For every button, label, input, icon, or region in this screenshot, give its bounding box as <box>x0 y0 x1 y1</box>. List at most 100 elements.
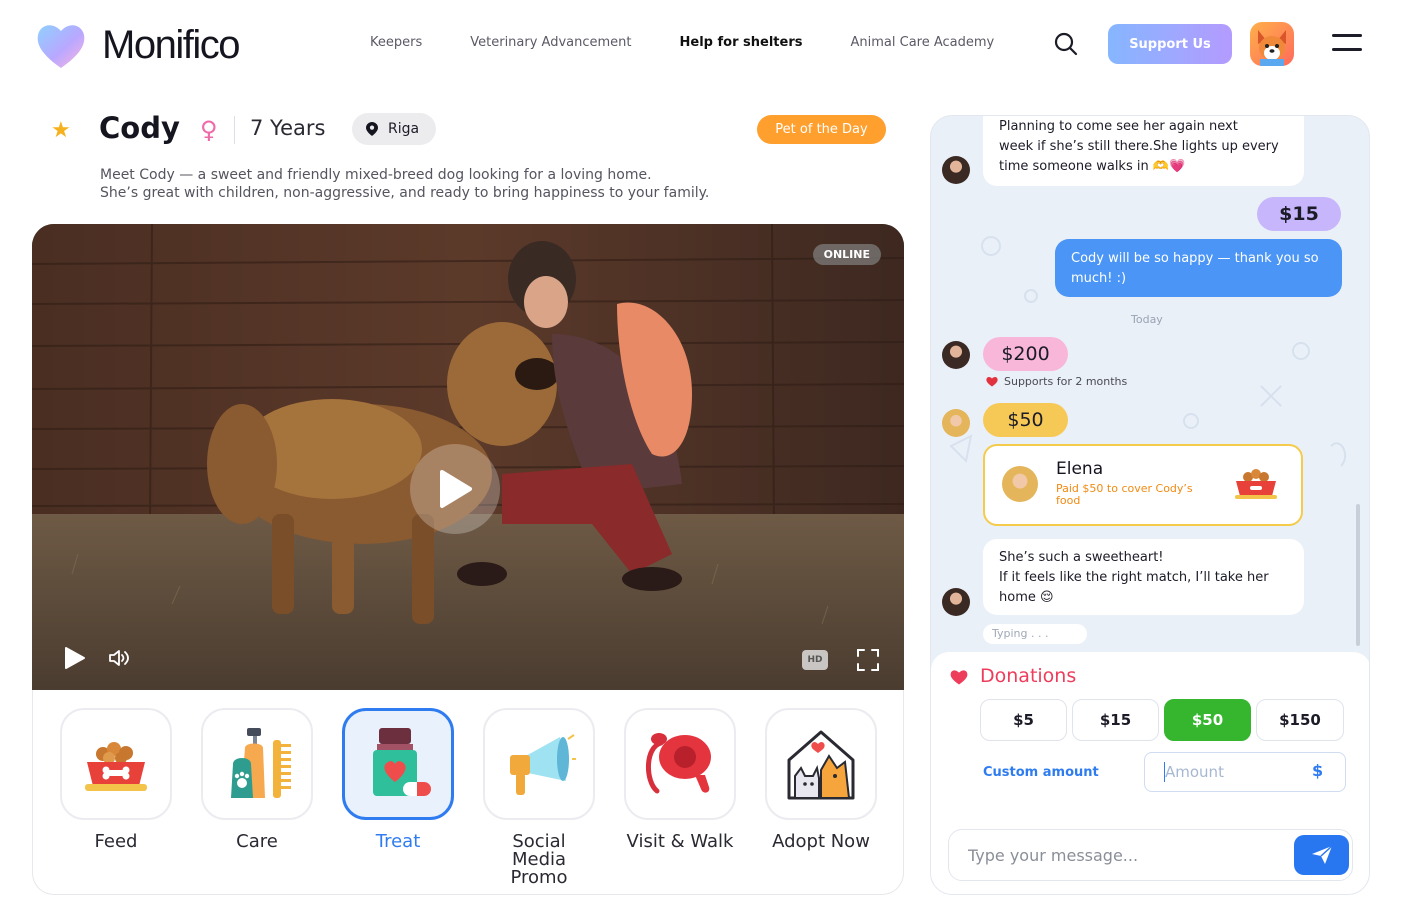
action-tile[interactable] <box>342 708 454 820</box>
custom-amount-label: Custom amount <box>983 765 1099 780</box>
action-label: Treat <box>375 831 421 852</box>
user-avatar-small <box>942 156 970 184</box>
description-line: Meet Cody — a sweet and friendly mixed-b… <box>100 167 652 183</box>
action-label: Adopt Now <box>772 831 870 852</box>
favorite-star-icon[interactable]: ★ <box>51 118 71 143</box>
heart-icon <box>950 670 968 685</box>
nav-item-animal-care-academy[interactable]: Animal Care Academy <box>851 35 995 50</box>
message-composer <box>931 817 1369 894</box>
help-actions-bar: Feed Care Treat Social Media Promo Visit… <box>32 690 904 895</box>
location-pin-icon <box>366 122 378 136</box>
typing-indicator: Typing . . . <box>983 624 1087 644</box>
donation-amount-button[interactable]: $5 <box>980 699 1067 741</box>
donation-amount-pill: $15 <box>1257 197 1341 231</box>
action-tile[interactable] <box>624 708 736 820</box>
message-line: She’s such a sweetheart! <box>999 550 1164 565</box>
user-avatar-small <box>942 409 970 437</box>
brand-name: Monifico <box>102 22 240 67</box>
play-control-icon[interactable] <box>62 646 86 670</box>
action-adopt-now[interactable]: Adopt Now <box>765 708 877 851</box>
menu-button[interactable] <box>1332 34 1362 54</box>
nav-item-help-for-shelters[interactable]: Help for shelters <box>680 35 803 50</box>
action-feed[interactable]: Feed <box>60 708 172 851</box>
pet-description: Meet Cody — a sweet and friendly mixed-b… <box>100 166 709 202</box>
donation-amount-button[interactable]: $50 <box>1164 699 1251 741</box>
leash-icon <box>645 733 711 794</box>
message-line: If it feels like the right match, I’ll t… <box>999 570 1269 585</box>
megaphone-icon <box>510 734 576 795</box>
text-caret <box>1164 762 1165 782</box>
page: Monifico Keepers Veterinary Advancement … <box>0 0 1402 920</box>
action-label: Visit & Walk <box>626 831 734 852</box>
action-tile[interactable] <box>765 708 877 820</box>
description-line: She’s great with children, non-aggressiv… <box>100 185 710 201</box>
send-button[interactable] <box>1294 835 1349 875</box>
user-avatar[interactable] <box>1250 22 1294 66</box>
food-bowl-icon <box>85 742 147 791</box>
volume-icon[interactable] <box>108 648 130 668</box>
menu-line <box>1332 48 1362 51</box>
food-bowl-icon <box>1235 469 1277 499</box>
support-us-button[interactable]: Support Us <box>1108 24 1232 64</box>
donation-amount-pill: $50 <box>983 403 1068 437</box>
menu-line <box>1332 34 1362 37</box>
divider <box>234 116 235 144</box>
logo[interactable]: Monifico <box>34 20 240 70</box>
support-note-text: Supports for 2 months <box>1004 375 1128 388</box>
support-duration-note: Supports for 2 months <box>986 375 1127 388</box>
message-line: Planning to come see her again next <box>999 119 1238 134</box>
message-line: time someone walks in 🫶💗 <box>999 159 1186 174</box>
online-status-badge: ONLINE <box>812 244 881 265</box>
donor-avatar <box>1002 466 1038 502</box>
action-label: Social Media Promo <box>483 833 595 887</box>
donation-amount-button[interactable]: $15 <box>1072 699 1159 741</box>
nav-item-veterinary-advancement[interactable]: Veterinary Advancement <box>470 35 631 50</box>
own-message-bubble: Cody will be so happy — thank you so muc… <box>1055 239 1342 297</box>
action-tile[interactable] <box>201 708 313 820</box>
heart-logo-icon <box>37 25 85 68</box>
location-chip[interactable]: Riga <box>352 113 437 145</box>
pet-name: Cody <box>99 111 180 145</box>
action-tile[interactable] <box>483 708 595 820</box>
message-line: much! :) <box>1071 271 1127 286</box>
message-line: home 😌 <box>999 590 1054 605</box>
action-visit-walk[interactable]: Visit & Walk <box>624 708 736 851</box>
pet-of-the-day-badge: Pet of the Day <box>757 115 886 144</box>
hd-quality-button[interactable]: HD <box>802 650 828 670</box>
heart-icon <box>986 377 998 387</box>
donation-receipt-card[interactable]: Elena Paid $50 to cover Cody’s food <box>983 444 1303 526</box>
action-tile[interactable] <box>60 708 172 820</box>
action-label: Care <box>236 831 278 852</box>
action-treat[interactable]: Treat <box>342 708 454 851</box>
purpose-line: food <box>1056 494 1081 507</box>
action-care[interactable]: Care <box>201 708 313 851</box>
message-line: Cody will be so happy — thank you so <box>1071 251 1319 266</box>
chat-panel: Planning to come see her again next week… <box>930 115 1370 895</box>
user-avatar-small <box>942 588 970 616</box>
search-icon[interactable] <box>1053 31 1079 57</box>
action-social-media-promo[interactable]: Social Media Promo <box>483 708 595 887</box>
play-video-button[interactable] <box>410 444 500 534</box>
chat-scrollbar[interactable] <box>1356 504 1360 646</box>
action-label-line: Social Media <box>511 831 567 870</box>
fullscreen-icon[interactable] <box>856 648 880 672</box>
pet-age: 7 Years <box>250 116 326 140</box>
send-icon <box>1311 845 1333 864</box>
nav-item-keepers[interactable]: Keepers <box>370 35 422 50</box>
chat-message-bubble: She’s such a sweetheart! If it feels lik… <box>983 539 1304 615</box>
donation-amount-pill: $200 <box>983 337 1068 371</box>
location-label: Riga <box>388 121 420 137</box>
donor-name: Elena <box>1056 459 1104 479</box>
donation-amount-button[interactable]: $150 <box>1256 699 1344 741</box>
donation-purpose: Paid $50 to cover Cody’s food <box>1056 483 1193 507</box>
female-gender-icon: ♀ <box>200 116 218 144</box>
chat-message-bubble: Planning to come see her again next week… <box>983 116 1304 186</box>
currency-symbol: $ <box>1312 761 1324 780</box>
main-nav: Keepers Veterinary Advancement Help for … <box>370 35 1042 50</box>
date-divider: Today <box>1131 313 1163 326</box>
donations-title: Donations <box>980 665 1077 687</box>
play-icon <box>440 470 472 508</box>
action-label: Feed <box>94 831 138 852</box>
video-player[interactable]: ONLINE HD <box>32 224 904 690</box>
message-input[interactable] <box>948 829 1353 881</box>
